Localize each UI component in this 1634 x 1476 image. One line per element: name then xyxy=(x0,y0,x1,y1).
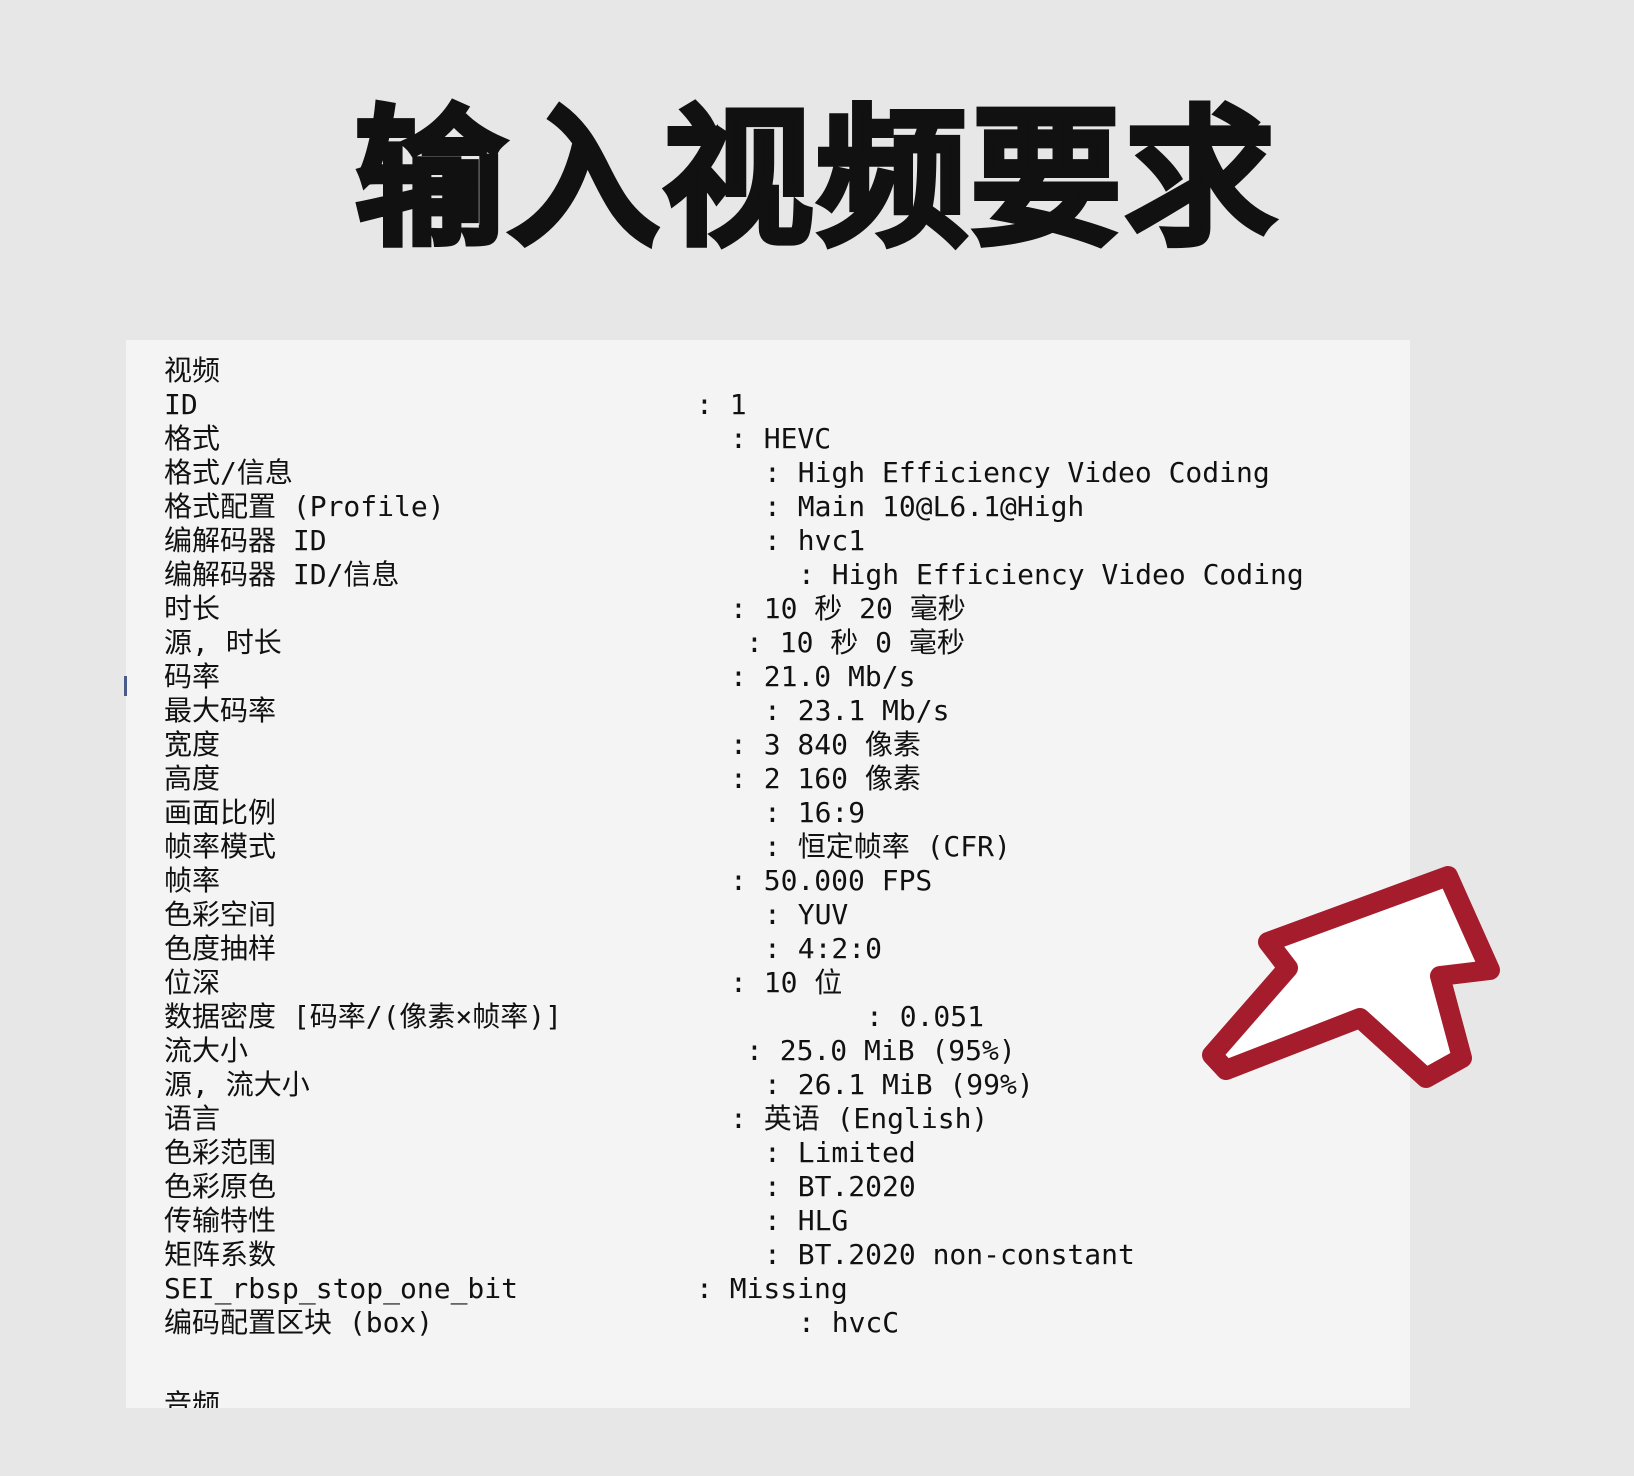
info-key: 格式/信息 xyxy=(164,456,293,489)
info-value: : 4:2:0 xyxy=(764,932,883,965)
info-value: : 10 位 xyxy=(730,966,843,999)
info-key: 编码配置区块 (box) xyxy=(164,1306,434,1339)
info-key: 格式配置 (Profile) xyxy=(164,490,445,523)
info-key: 画面比例 xyxy=(164,796,277,829)
info-row-transfer-characteristics: 传输特性 : HLG xyxy=(126,1204,1410,1238)
info-value: : hvcC xyxy=(798,1306,900,1339)
info-value: : 10 秒 20 毫秒 xyxy=(730,592,966,625)
info-value: : 50.000 FPS xyxy=(730,864,933,897)
info-value: : BT.2020 non-constant xyxy=(764,1238,1135,1271)
info-row-id: ID : 1 xyxy=(126,388,1410,422)
info-row-bitrate: 码率 : 21.0 Mb/s xyxy=(126,660,1410,694)
info-key: 帧率模式 xyxy=(164,830,277,863)
info-value: : 25.0 MiB (95%) xyxy=(746,1034,1016,1067)
info-key: 流大小 xyxy=(164,1034,249,1067)
info-key: 编解码器 ID xyxy=(164,524,327,557)
info-key: 数据密度 [码率/(像素×帧率)] xyxy=(164,1000,563,1033)
info-key: 源, 时长 xyxy=(164,626,282,659)
info-key: 源, 流大小 xyxy=(164,1068,310,1101)
info-row-duration: 时长 : 10 秒 20 毫秒 xyxy=(126,592,1410,626)
info-key: 传输特性 xyxy=(164,1204,277,1237)
info-value: : 1 xyxy=(696,388,747,421)
info-value: : hvc1 xyxy=(764,524,866,557)
info-row-format-info: 格式/信息 : High Efficiency Video Coding xyxy=(126,456,1410,490)
info-row-max-bitrate: 最大码率 : 23.1 Mb/s xyxy=(126,694,1410,728)
info-key: 帧率 xyxy=(164,864,221,897)
info-row-height: 高度 : 2 160 像素 xyxy=(126,762,1410,796)
info-key: 矩阵系数 xyxy=(164,1238,277,1271)
info-value: : HEVC xyxy=(730,422,832,455)
info-value: : BT.2020 xyxy=(764,1170,916,1203)
page-title: 输入视频要求 xyxy=(352,93,1279,268)
info-value: : 2 160 像素 xyxy=(730,762,921,795)
info-key: 位深 xyxy=(164,966,221,999)
info-row-width: 宽度 : 3 840 像素 xyxy=(126,728,1410,762)
info-row-aspect-ratio: 画面比例 : 16:9 xyxy=(126,796,1410,830)
info-value: : 0.051 xyxy=(866,1000,985,1033)
info-value: : 16:9 xyxy=(764,796,866,829)
info-row-language: 语言 : 英语 (English) xyxy=(126,1102,1410,1136)
info-row-format: 格式 : HEVC xyxy=(126,422,1410,456)
info-value: : High Efficiency Video Coding xyxy=(764,456,1270,489)
info-row-codec-id-info: 编解码器 ID/信息 : High Efficiency Video Codin… xyxy=(126,558,1410,592)
info-value: : HLG xyxy=(764,1204,849,1237)
info-value: : Limited xyxy=(764,1136,916,1169)
info-key: 色彩范围 xyxy=(164,1136,277,1169)
info-value: : Missing xyxy=(696,1272,848,1305)
info-key: 语言 xyxy=(164,1102,221,1135)
info-key: SEI_rbsp_stop_one_bit xyxy=(164,1272,519,1305)
info-key: 宽度 xyxy=(164,728,221,761)
info-row-codec-id: 编解码器 ID : hvc1 xyxy=(126,524,1410,558)
info-value: : 3 840 像素 xyxy=(730,728,921,761)
audio-section-title: 音频 xyxy=(164,1388,221,1408)
video-section-title: 视频 xyxy=(164,354,221,387)
info-value: : 10 秒 0 毫秒 xyxy=(746,626,965,659)
info-value: : 英语 (English) xyxy=(730,1102,989,1135)
info-key: 格式 xyxy=(164,422,221,455)
info-value: : Main 10@L6.1@High xyxy=(764,490,1085,523)
info-row-matrix-coefficients: 矩阵系数 : BT.2020 non-constant xyxy=(126,1238,1410,1272)
info-key: 码率 xyxy=(164,660,221,693)
annotation-arrow-icon xyxy=(1190,860,1510,1100)
info-row-color-primaries: 色彩原色 : BT.2020 xyxy=(126,1170,1410,1204)
window-edge-marker xyxy=(124,676,127,696)
info-key: 色彩空间 xyxy=(164,898,277,931)
info-row-source-duration: 源, 时长 : 10 秒 0 毫秒 xyxy=(126,626,1410,660)
info-value: : 26.1 MiB (99%) xyxy=(764,1068,1034,1101)
info-value: : 23.1 Mb/s xyxy=(764,694,950,727)
info-key: 高度 xyxy=(164,762,221,795)
info-row-color-range: 色彩范围 : Limited xyxy=(126,1136,1410,1170)
info-row-codec-config-box: 编码配置区块 (box) : hvcC xyxy=(126,1306,1410,1340)
info-key: 编解码器 ID/信息 xyxy=(164,558,400,591)
info-key: ID xyxy=(164,388,198,421)
info-key: 色彩原色 xyxy=(164,1170,277,1203)
info-row-sei-stop-bit: SEI_rbsp_stop_one_bit : Missing xyxy=(126,1272,1410,1306)
info-row-frame-rate-mode: 帧率模式 : 恒定帧率 (CFR) xyxy=(126,830,1410,864)
info-value: : 21.0 Mb/s xyxy=(730,660,916,693)
info-key: 最大码率 xyxy=(164,694,277,727)
info-value: : High Efficiency Video Coding xyxy=(798,558,1304,591)
info-key: 时长 xyxy=(164,592,221,625)
info-key: 色度抽样 xyxy=(164,932,277,965)
info-row-format-profile: 格式配置 (Profile) : Main 10@L6.1@High xyxy=(126,490,1410,524)
info-value: : 恒定帧率 (CFR) xyxy=(764,830,1011,863)
info-value: : YUV xyxy=(764,898,849,931)
